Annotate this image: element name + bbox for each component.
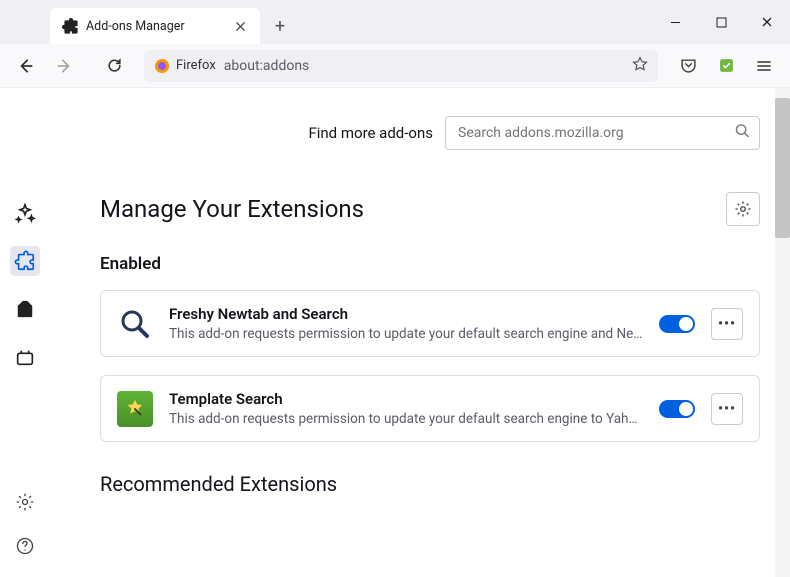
tab-title: Add-ons Manager bbox=[86, 19, 224, 34]
extension-name: Template Search bbox=[169, 390, 643, 408]
more-options-button[interactable]: ••• bbox=[711, 393, 743, 425]
toolbar: Firefox about:addons bbox=[0, 44, 790, 88]
close-window-button[interactable] bbox=[744, 0, 790, 44]
tools-button[interactable] bbox=[726, 192, 760, 226]
extension-card[interactable]: Freshy Newtab and Search This add-on req… bbox=[100, 290, 760, 357]
window-controls bbox=[652, 0, 790, 44]
browser-tab[interactable]: Add-ons Manager bbox=[50, 8, 260, 44]
search-icon bbox=[735, 124, 750, 143]
sidebar bbox=[0, 88, 50, 577]
content: Find more add-ons Manage Your Extensions… bbox=[0, 88, 790, 577]
bookmark-star-icon[interactable] bbox=[632, 56, 648, 76]
themes-tab[interactable] bbox=[10, 294, 40, 324]
enable-toggle[interactable] bbox=[659, 400, 695, 418]
extension-button[interactable] bbox=[710, 50, 742, 82]
search-addons-input[interactable] bbox=[445, 116, 760, 150]
page-title: Manage Your Extensions bbox=[100, 195, 364, 223]
scroll-thumb[interactable] bbox=[775, 98, 790, 238]
site-identity: Firefox bbox=[154, 58, 216, 74]
minimize-button[interactable] bbox=[652, 0, 698, 44]
enabled-section-title: Enabled bbox=[100, 254, 760, 274]
scrollbar[interactable] bbox=[775, 88, 790, 577]
url-bar[interactable]: Firefox about:addons bbox=[144, 50, 658, 82]
help-button[interactable] bbox=[10, 531, 40, 561]
template-icon bbox=[117, 391, 153, 427]
new-tab-button[interactable]: + bbox=[266, 12, 294, 40]
forward-button[interactable] bbox=[48, 50, 80, 82]
find-addons-label: Find more add-ons bbox=[308, 124, 433, 142]
extension-desc: This add-on requests permission to updat… bbox=[169, 411, 643, 427]
reload-button[interactable] bbox=[98, 50, 130, 82]
recommendations-tab[interactable] bbox=[10, 198, 40, 228]
more-options-button[interactable]: ••• bbox=[711, 308, 743, 340]
firefox-icon bbox=[154, 58, 170, 74]
extension-desc: This add-on requests permission to updat… bbox=[169, 326, 643, 342]
app-menu-button[interactable] bbox=[748, 50, 780, 82]
titlebar: Add-ons Manager + bbox=[0, 0, 790, 44]
enable-toggle[interactable] bbox=[659, 315, 695, 333]
puzzle-icon bbox=[62, 18, 78, 34]
extension-card[interactable]: Template Search This add-on requests per… bbox=[100, 375, 760, 442]
magnifier-icon bbox=[117, 306, 153, 342]
close-tab-button[interactable] bbox=[232, 18, 248, 34]
maximize-button[interactable] bbox=[698, 0, 744, 44]
pocket-button[interactable] bbox=[672, 50, 704, 82]
settings-button[interactable] bbox=[10, 487, 40, 517]
plugins-tab[interactable] bbox=[10, 342, 40, 372]
extension-name: Freshy Newtab and Search bbox=[169, 305, 643, 323]
back-button[interactable] bbox=[10, 50, 42, 82]
extensions-tab[interactable] bbox=[10, 246, 40, 276]
recommended-section-title: Recommended Extensions bbox=[100, 472, 760, 496]
url-text: about:addons bbox=[224, 58, 624, 74]
main-panel: Find more add-ons Manage Your Extensions… bbox=[50, 88, 790, 577]
identity-label: Firefox bbox=[176, 58, 216, 73]
